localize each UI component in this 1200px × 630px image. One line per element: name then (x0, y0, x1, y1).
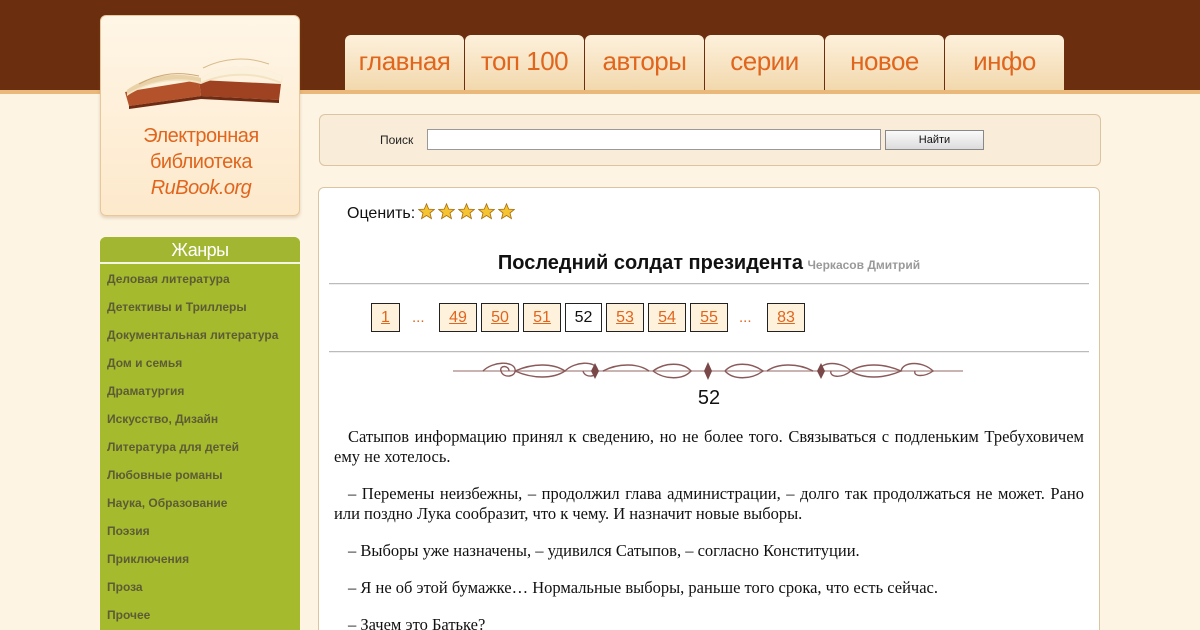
tab-home[interactable]: главная (345, 35, 464, 90)
tab-new[interactable]: новое (825, 35, 944, 90)
star-icon[interactable] (418, 203, 435, 220)
star-icon[interactable] (478, 203, 495, 220)
paragraph: – Зачем это Батьке? (348, 615, 486, 630)
genre-link[interactable]: Поэзия (100, 516, 300, 544)
genre-link[interactable]: Наука, Образование (100, 488, 300, 516)
page-link[interactable]: 54 (648, 303, 686, 332)
page-ellipsis: ... (739, 309, 752, 326)
tab-series[interactable]: серии (705, 35, 824, 90)
search-label: Поиск (380, 133, 414, 147)
genre-link[interactable]: Литература для детей (100, 432, 300, 460)
page-link[interactable]: 53 (606, 303, 644, 332)
page-link[interactable]: 49 (439, 303, 477, 332)
genre-link[interactable]: Документальная литература (100, 320, 300, 348)
book-heading: Последний солдат президента Черкасов Дми… (329, 252, 1089, 275)
reader-panel: Оценить: Последний солдат президента Чер… (318, 187, 1100, 630)
divider (329, 351, 1089, 353)
star-icon[interactable] (438, 203, 455, 220)
star-icon[interactable] (498, 203, 515, 220)
chapter-text: Сатыпов информацию принял к сведению, но… (334, 427, 1084, 630)
page-ellipsis: ... (412, 309, 425, 326)
page-link[interactable]: 51 (523, 303, 561, 332)
site-logo[interactable]: Электронная библиотека RuBook.org (100, 15, 300, 216)
genres-sidebar: Жанры Деловая литература Детективы и Три… (100, 237, 300, 630)
tab-info[interactable]: инфо (945, 35, 1064, 90)
genre-link[interactable]: Проза (100, 572, 300, 600)
genre-link[interactable]: Дом и семья (100, 348, 300, 376)
page-link[interactable]: 50 (481, 303, 519, 332)
page-link[interactable]: 55 (690, 303, 728, 332)
genre-link[interactable]: Деловая литература (100, 264, 300, 292)
paragraph: – Выборы уже назначены, – удивился Сатып… (348, 541, 860, 560)
logo-line-3: RuBook.org (150, 177, 252, 199)
logo-line-2: библиотека (149, 151, 253, 173)
rating-stars (418, 203, 518, 225)
tab-authors[interactable]: авторы (585, 35, 704, 90)
genres-title: Жанры (100, 237, 300, 264)
page-current: 52 (565, 303, 602, 332)
page-link[interactable]: 83 (767, 303, 805, 332)
search-button[interactable]: Найти (885, 130, 984, 150)
page-link[interactable]: 1 (371, 303, 400, 332)
genre-link[interactable]: Детективы и Триллеры (100, 292, 300, 320)
chapter-number: 52 (697, 387, 721, 409)
paragraph: Сатыпов информацию принял к сведению, но… (334, 427, 1084, 466)
genre-link[interactable]: Приключения (100, 544, 300, 572)
logo-line-1: Электронная (143, 125, 259, 147)
genre-link[interactable]: Прочее (100, 600, 300, 628)
book-author[interactable]: Черкасов Дмитрий (808, 258, 921, 272)
star-icon[interactable] (458, 203, 475, 220)
rating-label: Оценить: (347, 205, 416, 222)
divider (329, 283, 1089, 285)
ornament-divider (453, 362, 963, 380)
genre-link[interactable]: Драматургия (100, 376, 300, 404)
search-panel: Поиск Найти (319, 114, 1101, 166)
genre-link[interactable]: Любовные романы (100, 460, 300, 488)
paragraph: – Перемены неизбежны, – продолжил глава … (334, 484, 1084, 523)
search-input[interactable] (427, 129, 881, 150)
paragraph: – Я не об этой бумажке… Нормальные выбор… (348, 578, 938, 597)
genre-link[interactable]: Искусство, Дизайн (100, 404, 300, 432)
book-title: Последний солдат президента (497, 252, 804, 274)
open-book-icon (125, 58, 283, 109)
tab-top100[interactable]: топ 100 (465, 35, 584, 90)
